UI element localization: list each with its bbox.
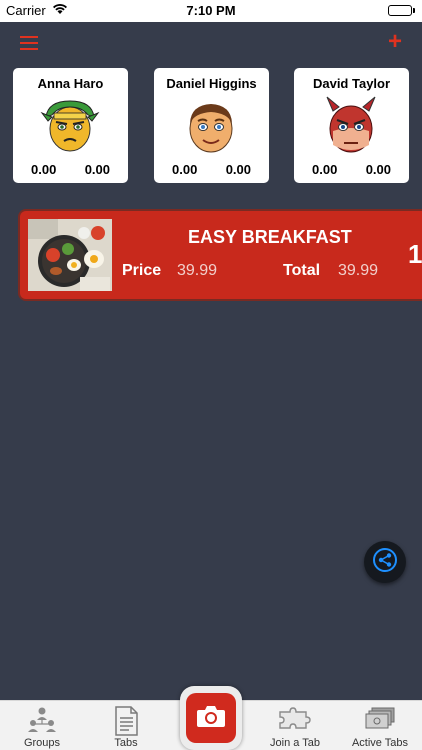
- green-helmet-avatar-icon: [38, 95, 102, 155]
- member-card-anna-haro[interactable]: Anna Haro 0.00 0.00: [13, 68, 128, 183]
- share-button[interactable]: [364, 541, 406, 583]
- member-name: Anna Haro: [37, 76, 104, 91]
- item-quantity: 1: [408, 239, 422, 269]
- member-amount-right: 0.00: [84, 162, 110, 177]
- groups-icon: [27, 706, 57, 737]
- puzzle-icon: [278, 706, 312, 735]
- clock: 7:10 PM: [186, 3, 236, 18]
- member-name: Daniel Higgins: [166, 76, 257, 91]
- tab-join-a-tab[interactable]: Join a Tab: [254, 701, 336, 750]
- member-amount-left: 0.00: [172, 162, 198, 177]
- tab-label: Join a Tab: [270, 737, 320, 749]
- document-icon: [113, 706, 139, 739]
- member-amount-right: 0.00: [365, 162, 391, 177]
- share-icon: [372, 547, 398, 578]
- battery-icon: [388, 5, 412, 16]
- item-row-easy-breakfast[interactable]: EASY BREAKFAST Price 39.99 Total 39.99 1: [20, 211, 422, 299]
- price-value: 39.99: [177, 262, 218, 279]
- tab-tabs[interactable]: Tabs: [86, 701, 166, 750]
- tab-active-tabs[interactable]: Active Tabs: [340, 701, 420, 750]
- add-button[interactable]: +: [388, 30, 402, 54]
- total-label: Total: [283, 262, 321, 279]
- smiling-man-avatar-icon: [179, 95, 243, 155]
- camera-button[interactable]: [180, 686, 242, 750]
- breakfast-photo: [28, 219, 112, 291]
- tab-label: Groups: [23, 737, 61, 749]
- tab-label: Tabs: [114, 737, 138, 749]
- member-card-david-taylor[interactable]: David Taylor 0.00 0.00: [294, 68, 409, 183]
- member-amount-right: 0.00: [225, 162, 251, 177]
- member-amount-left: 0.00: [312, 162, 338, 177]
- total-value: 39.99: [338, 262, 379, 279]
- member-amount-left: 0.00: [31, 162, 57, 177]
- tab-groups[interactable]: Groups: [2, 701, 82, 750]
- stack-icon: [364, 706, 396, 735]
- item-title: EASY BREAKFAST: [188, 227, 352, 247]
- price-label: Price: [122, 262, 162, 279]
- member-card-daniel-higgins[interactable]: Daniel Higgins 0.00 0.00: [154, 68, 269, 183]
- tab-label: Active Tabs: [351, 737, 409, 749]
- status-bar: Carrier 7:10 PM: [0, 0, 422, 22]
- camera-icon: [196, 704, 226, 733]
- red-devil-avatar-icon: [319, 95, 383, 155]
- hamburger-menu-button[interactable]: [20, 36, 38, 50]
- member-name: David Taylor: [312, 76, 391, 91]
